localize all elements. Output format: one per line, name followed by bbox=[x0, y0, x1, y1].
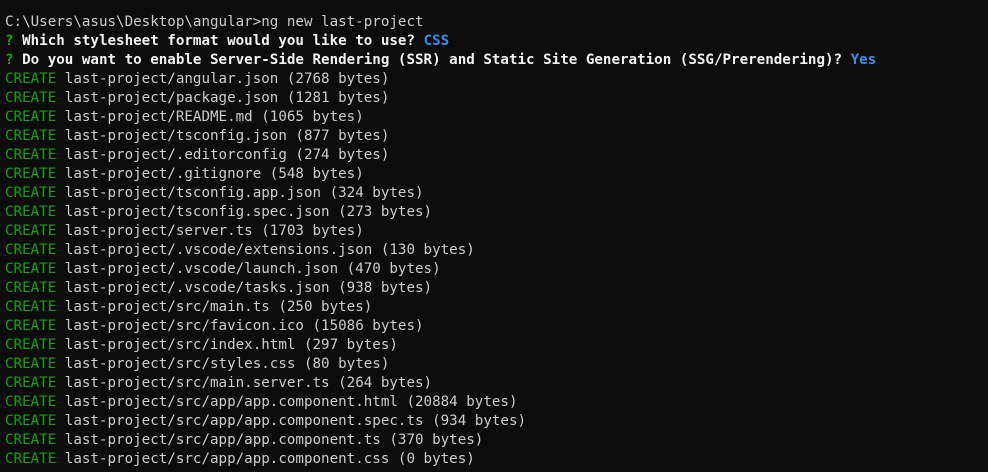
create-label: CREATE bbox=[5, 185, 57, 201]
question-answer: Yes bbox=[850, 52, 877, 68]
create-line: CREATE last-project/.vscode/tasks.json (… bbox=[5, 279, 985, 298]
created-file: last-project/src/index.html (297 bytes) bbox=[64, 337, 398, 353]
create-label: CREATE bbox=[5, 280, 57, 296]
created-file: last-project/tsconfig.json (877 bytes) bbox=[64, 128, 390, 144]
create-line: CREATE last-project/src/app/app.componen… bbox=[5, 412, 985, 431]
create-label: CREATE bbox=[5, 432, 57, 448]
create-label: CREATE bbox=[5, 318, 57, 334]
create-label: CREATE bbox=[5, 90, 57, 106]
create-label: CREATE bbox=[5, 261, 57, 277]
created-file: last-project/src/favicon.ico (15086 byte… bbox=[64, 318, 424, 334]
command-text: ng new last-project bbox=[261, 14, 424, 30]
create-line: CREATE last-project/src/favicon.ico (150… bbox=[5, 317, 985, 336]
created-file: last-project/src/main.server.ts (264 byt… bbox=[64, 375, 433, 391]
create-line: CREATE last-project/.vscode/extensions.j… bbox=[5, 241, 985, 260]
create-line: CREATE last-project/server.ts (1703 byte… bbox=[5, 222, 985, 241]
create-line: CREATE last-project/src/app/app.componen… bbox=[5, 450, 985, 469]
created-file: last-project/README.md (1065 bytes) bbox=[64, 109, 364, 125]
question-marker: ? bbox=[5, 33, 14, 49]
question-text: Do you want to enable Server-Side Render… bbox=[22, 52, 843, 68]
created-file: last-project/tsconfig.app.json (324 byte… bbox=[64, 185, 424, 201]
create-line: CREATE last-project/src/styles.css (80 b… bbox=[5, 355, 985, 374]
create-label: CREATE bbox=[5, 375, 57, 391]
question-marker: ? bbox=[5, 52, 14, 68]
created-file: last-project/.gitignore (548 bytes) bbox=[64, 166, 364, 182]
create-line: CREATE last-project/.vscode/launch.json … bbox=[5, 260, 985, 279]
terminal-output[interactable]: C:\Users\asus\Desktop\angular>ng new las… bbox=[5, 13, 985, 469]
created-file: last-project/.vscode/launch.json (470 by… bbox=[64, 261, 441, 277]
create-label: CREATE bbox=[5, 128, 57, 144]
create-line: CREATE last-project/.gitignore (548 byte… bbox=[5, 165, 985, 184]
created-file: last-project/src/app/app.component.html … bbox=[64, 394, 518, 410]
create-line: CREATE last-project/README.md (1065 byte… bbox=[5, 108, 985, 127]
create-line: CREATE last-project/src/app/app.componen… bbox=[5, 393, 985, 412]
created-file: last-project/src/app/app.component.ts (3… bbox=[64, 432, 484, 448]
created-file: last-project/tsconfig.spec.json (273 byt… bbox=[64, 204, 433, 220]
created-file: last-project/src/app/app.component.spec.… bbox=[64, 413, 527, 429]
create-label: CREATE bbox=[5, 147, 57, 163]
create-line: CREATE last-project/tsconfig.json (877 b… bbox=[5, 127, 985, 146]
created-file: last-project/.editorconfig (274 bytes) bbox=[64, 147, 390, 163]
created-file: last-project/angular.json (2768 bytes) bbox=[64, 71, 390, 87]
create-label: CREATE bbox=[5, 223, 57, 239]
create-line: CREATE last-project/package.json (1281 b… bbox=[5, 89, 985, 108]
created-file: last-project/src/main.ts (250 bytes) bbox=[64, 299, 373, 315]
create-line: CREATE last-project/.editorconfig (274 b… bbox=[5, 146, 985, 165]
created-file: last-project/src/app/app.component.css (… bbox=[64, 451, 475, 467]
create-label: CREATE bbox=[5, 71, 57, 87]
create-line: CREATE last-project/angular.json (2768 b… bbox=[5, 70, 985, 89]
create-label: CREATE bbox=[5, 299, 57, 315]
create-line: CREATE last-project/src/main.server.ts (… bbox=[5, 374, 985, 393]
create-line: CREATE last-project/src/app/app.componen… bbox=[5, 431, 985, 450]
create-label: CREATE bbox=[5, 166, 57, 182]
create-line: CREATE last-project/src/main.ts (250 byt… bbox=[5, 298, 985, 317]
created-file: last-project/server.ts (1703 bytes) bbox=[64, 223, 364, 239]
create-label: CREATE bbox=[5, 413, 57, 429]
create-file-list: CREATE last-project/angular.json (2768 b… bbox=[5, 70, 985, 469]
create-label: CREATE bbox=[5, 109, 57, 125]
create-line: CREATE last-project/tsconfig.spec.json (… bbox=[5, 203, 985, 222]
create-label: CREATE bbox=[5, 394, 57, 410]
created-file: last-project/.vscode/tasks.json (938 byt… bbox=[64, 280, 433, 296]
command-line: C:\Users\asus\Desktop\angular>ng new las… bbox=[5, 13, 985, 32]
question-text: Which stylesheet format would you like t… bbox=[22, 33, 416, 49]
create-label: CREATE bbox=[5, 451, 57, 467]
created-file: last-project/src/styles.css (80 bytes) bbox=[64, 356, 390, 372]
create-label: CREATE bbox=[5, 356, 57, 372]
question-answer: CSS bbox=[423, 33, 450, 49]
created-file: last-project/.vscode/extensions.json (13… bbox=[64, 242, 475, 258]
created-file: last-project/package.json (1281 bytes) bbox=[64, 90, 390, 106]
create-label: CREATE bbox=[5, 337, 57, 353]
create-line: CREATE last-project/tsconfig.app.json (3… bbox=[5, 184, 985, 203]
question-line-ssr: ? Do you want to enable Server-Side Rend… bbox=[5, 51, 985, 70]
create-label: CREATE bbox=[5, 242, 57, 258]
shell-prompt: C:\Users\asus\Desktop\angular> bbox=[5, 14, 262, 30]
create-label: CREATE bbox=[5, 204, 57, 220]
create-line: CREATE last-project/src/index.html (297 … bbox=[5, 336, 985, 355]
question-line-stylesheet: ? Which stylesheet format would you like… bbox=[5, 32, 985, 51]
